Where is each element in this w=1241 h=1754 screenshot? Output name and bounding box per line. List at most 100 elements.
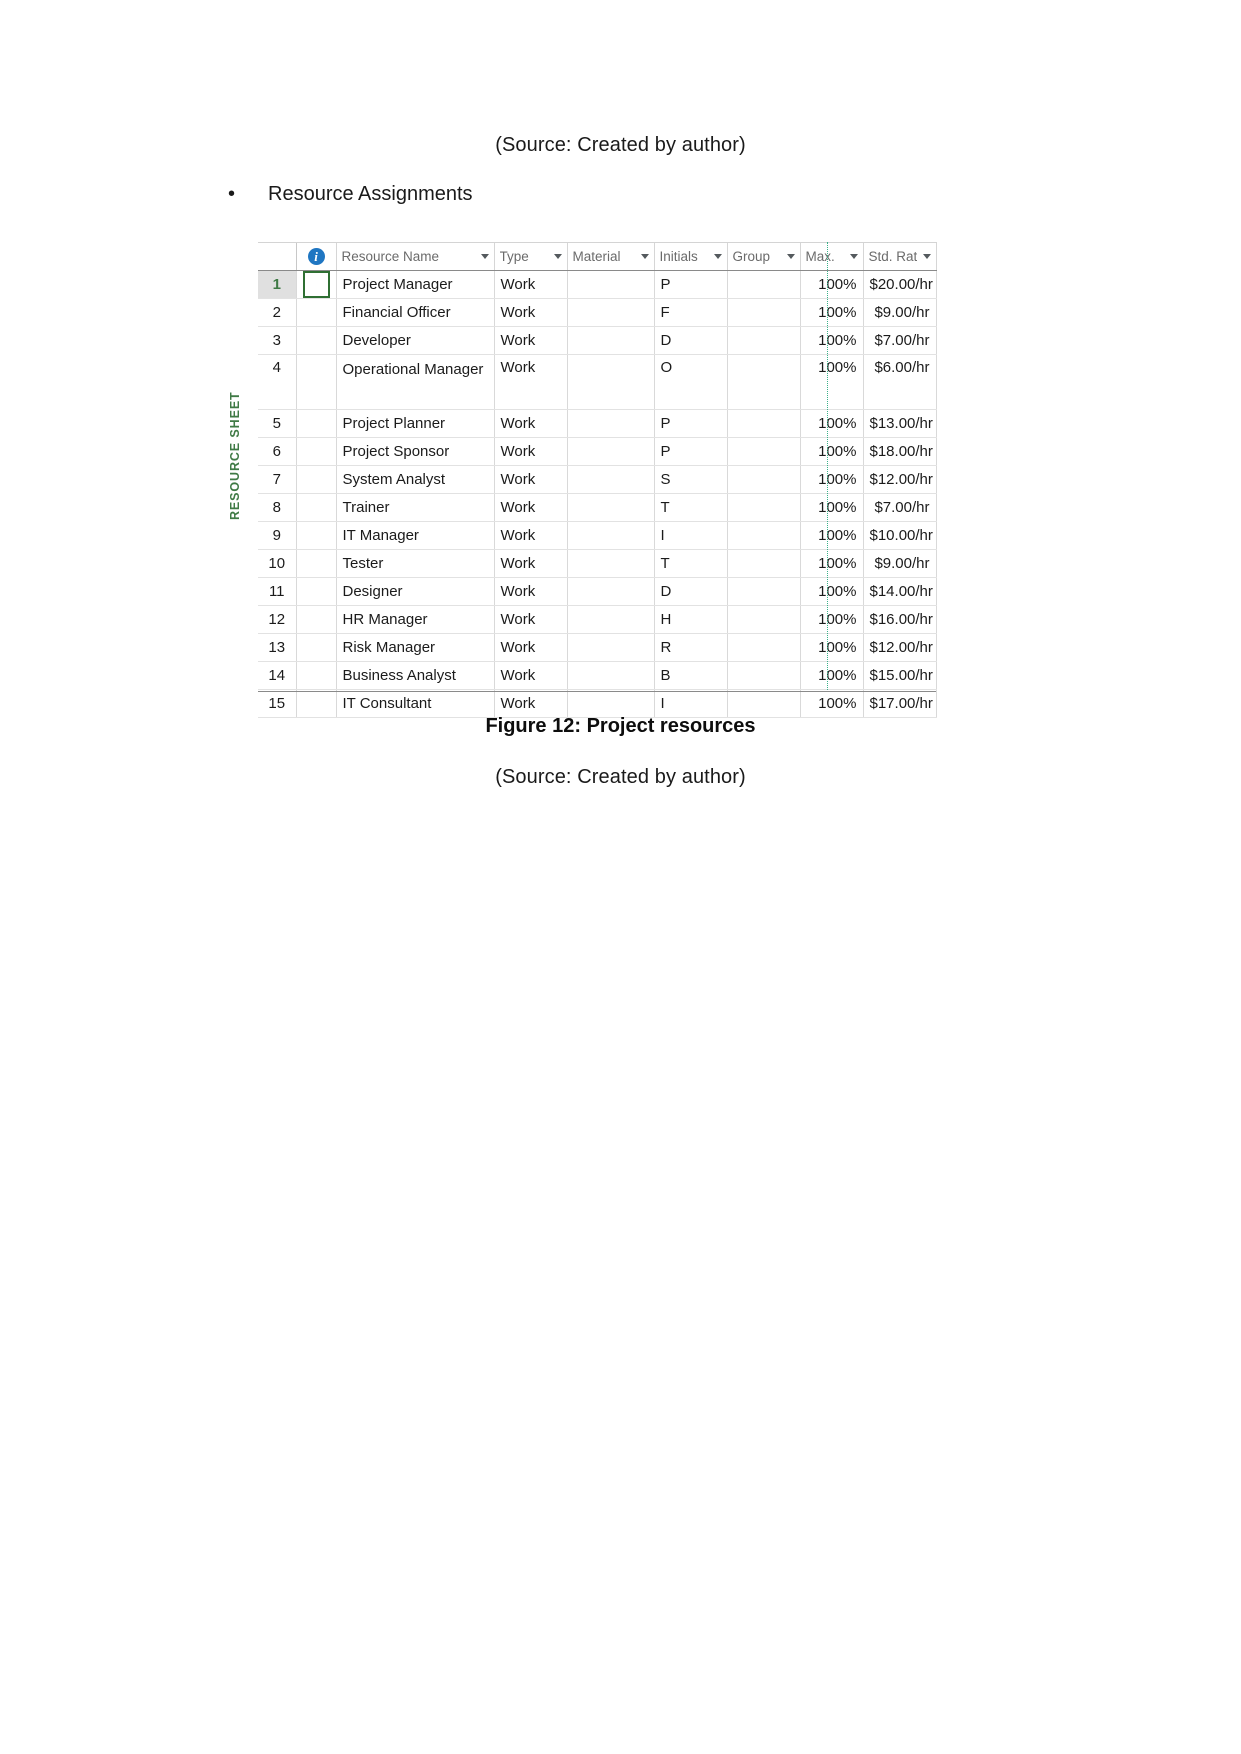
cell-group[interactable] bbox=[727, 354, 801, 410]
table-row[interactable]: 7 System Analyst Work S 100% $12.00/hr bbox=[258, 465, 937, 494]
table-row[interactable]: 8 Trainer Work T 100% $7.00/hr bbox=[258, 493, 937, 522]
cell-resource-name[interactable]: Operational Manager bbox=[336, 354, 495, 410]
row-number[interactable]: 6 bbox=[258, 437, 297, 466]
cell-material[interactable] bbox=[567, 465, 655, 494]
row-number[interactable]: 14 bbox=[258, 661, 297, 690]
table-row[interactable]: 9 IT Manager Work I 100% $10.00/hr bbox=[258, 521, 937, 550]
cell-material[interactable] bbox=[567, 549, 655, 578]
row-number[interactable]: 4 bbox=[258, 354, 297, 410]
cell-group[interactable] bbox=[727, 326, 801, 355]
cell-max[interactable]: 100% bbox=[800, 298, 864, 327]
row-number[interactable]: 5 bbox=[258, 409, 297, 438]
chevron-down-icon[interactable] bbox=[849, 254, 858, 259]
cell-group[interactable] bbox=[727, 437, 801, 466]
cell-std-rate[interactable]: $13.00/hr bbox=[863, 409, 937, 438]
cell-initials[interactable]: S bbox=[654, 465, 728, 494]
cell-max[interactable]: 100% bbox=[800, 493, 864, 522]
cell-type[interactable]: Work bbox=[494, 465, 568, 494]
cell-group[interactable] bbox=[727, 577, 801, 606]
cell-material[interactable] bbox=[567, 577, 655, 606]
cell-std-rate[interactable]: $15.00/hr bbox=[863, 661, 937, 690]
cell-group[interactable] bbox=[727, 661, 801, 690]
cell-std-rate[interactable]: $10.00/hr bbox=[863, 521, 937, 550]
cell-resource-name[interactable]: HR Manager bbox=[336, 605, 495, 634]
cell-initials[interactable]: H bbox=[654, 605, 728, 634]
cell-material[interactable] bbox=[567, 437, 655, 466]
cell-std-rate[interactable]: $14.00/hr bbox=[863, 577, 937, 606]
cell-resource-name[interactable]: Project Planner bbox=[336, 409, 495, 438]
column-header-std-rate[interactable]: Std. Rate bbox=[863, 242, 937, 271]
cell-max[interactable]: 100% bbox=[800, 465, 864, 494]
column-header-type[interactable]: Type bbox=[494, 242, 568, 271]
cell-type[interactable]: Work bbox=[494, 437, 568, 466]
row-number[interactable]: 2 bbox=[258, 298, 297, 327]
cell-material[interactable] bbox=[567, 689, 655, 718]
cell-initials[interactable]: I bbox=[654, 689, 728, 718]
cell-resource-name[interactable]: IT Consultant bbox=[336, 689, 495, 718]
cell-max[interactable]: 100% bbox=[800, 689, 864, 718]
row-indicator-cell[interactable] bbox=[296, 465, 337, 494]
cell-resource-name[interactable]: Designer bbox=[336, 577, 495, 606]
cell-group[interactable] bbox=[727, 270, 801, 299]
cell-type[interactable]: Work bbox=[494, 326, 568, 355]
cell-group[interactable] bbox=[727, 633, 801, 662]
cell-initials[interactable]: D bbox=[654, 577, 728, 606]
table-row[interactable]: 10 Tester Work T 100% $9.00/hr bbox=[258, 549, 937, 578]
column-header-id[interactable] bbox=[258, 242, 297, 271]
cell-resource-name[interactable]: Business Analyst bbox=[336, 661, 495, 690]
cell-resource-name[interactable]: Developer bbox=[336, 326, 495, 355]
cell-group[interactable] bbox=[727, 689, 801, 718]
cell-type[interactable]: Work bbox=[494, 689, 568, 718]
cell-initials[interactable]: P bbox=[654, 437, 728, 466]
cell-std-rate[interactable]: $18.00/hr bbox=[863, 437, 937, 466]
row-indicator-cell[interactable] bbox=[296, 326, 337, 355]
cell-std-rate[interactable]: $7.00/hr bbox=[863, 326, 937, 355]
cell-resource-name[interactable]: Financial Officer bbox=[336, 298, 495, 327]
table-row[interactable]: 15 IT Consultant Work I 100% $17.00/hr bbox=[258, 689, 937, 718]
cell-std-rate[interactable]: $12.00/hr bbox=[863, 633, 937, 662]
table-row[interactable]: 4 Operational Manager Work O 100% $6.00/hr bbox=[258, 354, 937, 410]
cell-type[interactable]: Work bbox=[494, 661, 568, 690]
row-number[interactable]: 15 bbox=[258, 689, 297, 718]
cell-max[interactable]: 100% bbox=[800, 326, 864, 355]
column-header-material[interactable]: Material bbox=[567, 242, 655, 271]
cell-std-rate[interactable]: $9.00/hr bbox=[863, 549, 937, 578]
cell-std-rate[interactable]: $17.00/hr bbox=[863, 689, 937, 718]
cell-material[interactable] bbox=[567, 493, 655, 522]
cell-material[interactable] bbox=[567, 605, 655, 634]
column-header-group[interactable]: Group bbox=[727, 242, 801, 271]
cell-std-rate[interactable]: $12.00/hr bbox=[863, 465, 937, 494]
cell-type[interactable]: Work bbox=[494, 493, 568, 522]
cell-max[interactable]: 100% bbox=[800, 549, 864, 578]
cell-material[interactable] bbox=[567, 354, 655, 410]
row-indicator-cell[interactable] bbox=[296, 354, 337, 410]
row-indicator-cell[interactable] bbox=[296, 689, 337, 718]
row-indicator-cell[interactable] bbox=[296, 270, 337, 299]
chevron-down-icon[interactable] bbox=[553, 254, 562, 259]
cell-initials[interactable]: D bbox=[654, 326, 728, 355]
row-indicator-cell[interactable] bbox=[296, 605, 337, 634]
chevron-down-icon[interactable] bbox=[713, 254, 722, 259]
cell-group[interactable] bbox=[727, 549, 801, 578]
cell-std-rate[interactable]: $20.00/hr bbox=[863, 270, 937, 299]
cell-std-rate[interactable]: $7.00/hr bbox=[863, 493, 937, 522]
cell-material[interactable] bbox=[567, 270, 655, 299]
cell-resource-name[interactable]: Risk Manager bbox=[336, 633, 495, 662]
cell-group[interactable] bbox=[727, 493, 801, 522]
cell-initials[interactable]: T bbox=[654, 493, 728, 522]
row-number[interactable]: 11 bbox=[258, 577, 297, 606]
row-number[interactable]: 13 bbox=[258, 633, 297, 662]
cell-max[interactable]: 100% bbox=[800, 437, 864, 466]
column-header-initials[interactable]: Initials bbox=[654, 242, 728, 271]
table-row[interactable]: 1 Project Manager Work P 100% $20.00/hr bbox=[258, 270, 937, 299]
cell-material[interactable] bbox=[567, 409, 655, 438]
row-number[interactable]: 9 bbox=[258, 521, 297, 550]
cell-type[interactable]: Work bbox=[494, 549, 568, 578]
chevron-down-icon[interactable] bbox=[922, 254, 931, 259]
cell-std-rate[interactable]: $9.00/hr bbox=[863, 298, 937, 327]
cell-type[interactable]: Work bbox=[494, 605, 568, 634]
cell-type[interactable]: Work bbox=[494, 409, 568, 438]
cell-std-rate[interactable]: $6.00/hr bbox=[863, 354, 937, 410]
cell-max[interactable]: 100% bbox=[800, 521, 864, 550]
row-number[interactable]: 8 bbox=[258, 493, 297, 522]
